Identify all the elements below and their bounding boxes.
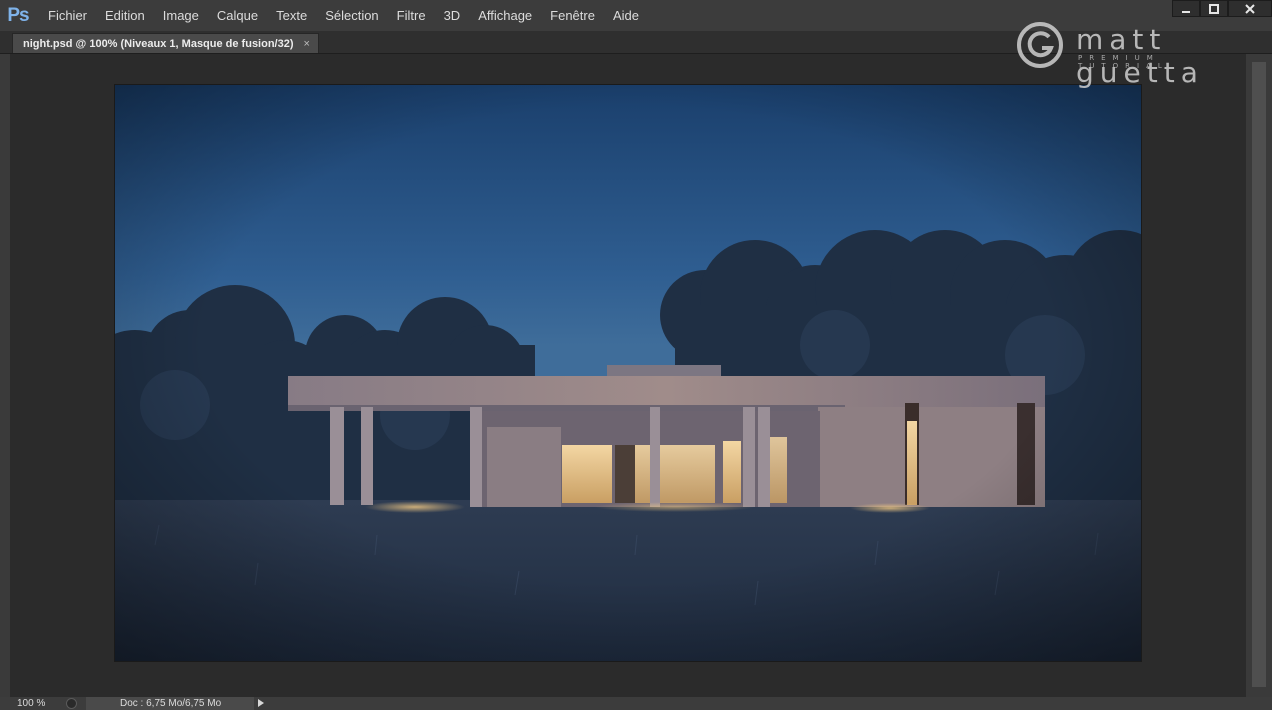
minimize-button[interactable] [1172, 0, 1200, 17]
minimize-icon [1182, 10, 1190, 13]
menu-affichage[interactable]: Affichage [472, 0, 538, 31]
status-bar: 100 % Doc : 6,75 Mo/6,75 Mo [0, 697, 1272, 710]
maximize-button[interactable] [1200, 0, 1228, 17]
menu-texte[interactable]: Texte [270, 0, 313, 31]
menu-3d[interactable]: 3D [438, 0, 467, 31]
tab-close-icon[interactable]: × [304, 38, 310, 50]
menu-fichier[interactable]: Fichier [42, 0, 93, 31]
menu-calque[interactable]: Calque [211, 0, 264, 31]
maximize-icon [1209, 3, 1219, 14]
vertical-scrollbar[interactable] [1246, 54, 1272, 697]
photoshop-logo[interactable]: Ps [0, 0, 36, 31]
menu-fenetre[interactable]: Fenêtre [544, 0, 601, 31]
status-menu-arrow-icon[interactable] [258, 699, 264, 707]
night-house-render [115, 85, 1141, 661]
watermark-logo-icon [1017, 22, 1063, 68]
window-controls [1172, 0, 1272, 17]
document-canvas[interactable] [115, 85, 1141, 661]
menu-image[interactable]: Image [157, 0, 205, 31]
menu-filtre[interactable]: Filtre [391, 0, 432, 31]
watermark-subtitle: PREMIUM TUTORIAL [1078, 54, 1169, 70]
menu-edition[interactable]: Edition [99, 0, 151, 31]
menu-aide[interactable]: Aide [607, 0, 645, 31]
document-tab-title: night.psd @ 100% (Niveaux 1, Masque de f… [23, 37, 294, 50]
status-info-icon[interactable] [66, 698, 77, 709]
zoom-level[interactable]: 100 % [17, 698, 45, 709]
close-button[interactable] [1228, 0, 1272, 17]
left-panel-edge [0, 54, 10, 697]
document-tab[interactable]: night.psd @ 100% (Niveaux 1, Masque de f… [12, 33, 319, 53]
menu-selection[interactable]: Sélection [319, 0, 384, 31]
close-icon [1245, 3, 1255, 14]
scrollbar-thumb[interactable] [1252, 62, 1266, 687]
watermark: matt guetta PREMIUM TUTORIAL [1016, 21, 1256, 89]
document-size-info[interactable]: Doc : 6,75 Mo/6,75 Mo [86, 697, 254, 710]
